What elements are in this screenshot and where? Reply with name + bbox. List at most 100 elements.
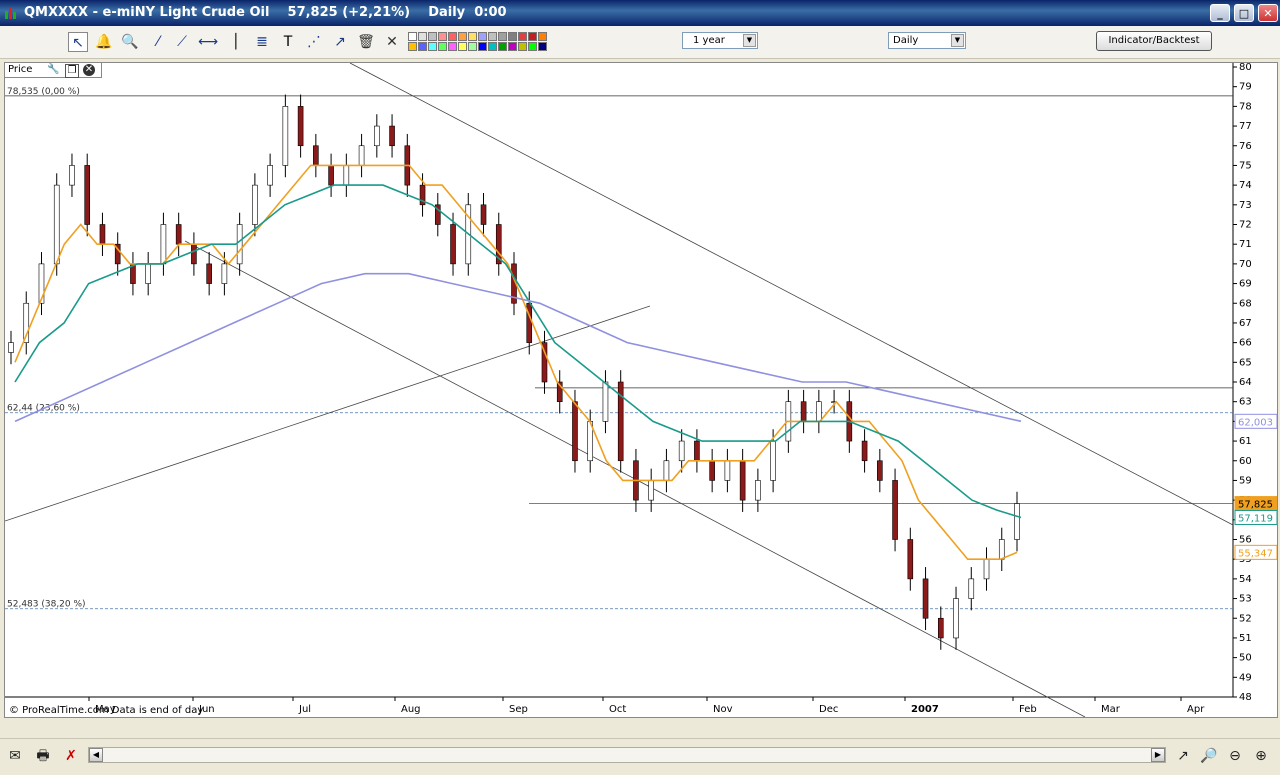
wrench-icon[interactable]: 🔧 [47,64,59,76]
y-tick-label: 53 [1239,594,1252,605]
candle-body [572,401,578,462]
disable-icon[interactable]: ✗ [60,745,82,767]
y-tick-label: 60 [1239,456,1252,467]
zoom-out-icon[interactable]: ⊖ [1224,745,1246,767]
candle-body [755,480,761,501]
color-swatch[interactable] [438,32,447,41]
color-swatch[interactable] [478,32,487,41]
y-tick-label: 54 [1239,574,1252,585]
horizontal-line-icon[interactable]: ⟷ [198,32,218,52]
x-tick-label: Feb [1019,704,1037,715]
alert-bell-icon[interactable]: 🔔 [94,32,114,52]
color-swatch[interactable] [468,32,477,41]
level-label: 52,483 (38,20 %) [7,600,86,610]
color-swatch[interactable] [528,42,537,51]
bottom-bar: ✉ 🖶 ✗ ◀ ▶ ↗ 🔎 ⊖ ⊕ [0,738,1280,775]
x-tick-label: Mar [1101,704,1121,715]
price-panel-tab: Price 🔧 ❐ ✕ [4,62,102,78]
x-tick-label: 2007 [911,704,939,715]
candle-body [374,125,380,147]
price-chart-svg[interactable]: 4849505152535455565758596061626364656667… [5,63,1277,717]
chevron-down-icon[interactable]: ▼ [951,34,964,47]
color-swatch[interactable] [428,32,437,41]
color-swatch[interactable] [468,42,477,51]
candle-body [389,125,395,147]
chart-footer: © ProRealTime.com Data is end of day [9,705,203,716]
x-tick-label: Nov [713,704,733,715]
y-tick-label: 68 [1239,298,1252,309]
color-swatch[interactable] [508,32,517,41]
candle-body [480,204,487,225]
zoom-icon[interactable]: 🔍 [120,32,140,52]
candle-body [191,243,197,265]
color-palette[interactable] [408,31,550,53]
color-swatch[interactable] [438,42,447,51]
color-swatch[interactable] [518,32,527,41]
color-swatch[interactable] [418,32,427,41]
candle-body [694,440,700,462]
arrow-tool-icon[interactable]: ↗ [330,32,350,52]
drawing-toolbar: ↖ 🔔 🔍 ⁄ ⟋ ⟷ │ ≣ T ⋰ ↗ 🗑 ✕ 1 year ▼ Daily… [0,26,1280,59]
window-title-bar: QMXXXX - e-miNY Light Crude Oil 57,825 (… [0,0,1280,26]
text-tool-icon[interactable]: T [278,32,298,52]
candle-body [709,460,715,481]
candle-body [678,440,685,462]
close-panel-icon[interactable]: ✕ [83,64,95,76]
color-swatch[interactable] [508,42,517,51]
scroll-left-icon[interactable]: ◀ [89,748,103,762]
color-swatch[interactable] [488,42,497,51]
scroll-right-icon[interactable]: ▶ [1151,748,1165,762]
color-swatch[interactable] [458,42,467,51]
candle-body [907,539,914,580]
range-select[interactable]: 1 year ▼ [682,32,758,49]
color-swatch[interactable] [418,42,427,51]
close-button[interactable]: ✕ [1258,4,1278,22]
indicator-backtest-button[interactable]: Indicator/Backtest [1096,31,1212,51]
extended-line-icon[interactable]: ⟋ [172,32,192,52]
trend-line [5,305,651,522]
color-swatch[interactable] [518,42,527,51]
y-tick-label: 70 [1239,259,1252,270]
interval-select[interactable]: Daily ▼ [888,32,966,49]
color-swatch[interactable] [538,42,547,51]
trash-icon[interactable]: 🗑 [356,32,376,52]
go-to-end-icon[interactable]: ↗ [1172,745,1194,767]
y-tick-label: 78 [1239,101,1252,112]
color-swatch[interactable] [538,32,547,41]
color-swatch[interactable] [528,32,537,41]
printer-icon[interactable]: 🖶 [32,745,54,767]
color-swatch[interactable] [408,42,417,51]
y-tick-label: 50 [1239,653,1252,664]
color-swatch[interactable] [448,42,457,51]
vertical-line-icon[interactable]: │ [226,32,246,52]
color-swatch[interactable] [478,42,487,51]
time-scrollbar[interactable]: ◀ ▶ [88,747,1166,763]
color-swatch[interactable] [448,32,457,41]
zoom-fit-icon[interactable]: 🔎 [1198,745,1220,767]
chevron-down-icon[interactable]: ▼ [743,34,756,47]
y-tick-label: 65 [1239,357,1252,368]
candle-body [922,578,929,619]
candle-body [937,617,944,639]
maximize-button[interactable]: □ [1234,4,1254,22]
color-swatch[interactable] [408,32,417,41]
restore-icon[interactable]: ❐ [65,64,79,78]
mail-icon[interactable]: ✉ [4,745,26,767]
minimize-button[interactable]: _ [1210,4,1230,22]
fan-tool-icon[interactable]: ⋰ [304,32,324,52]
candle-body [145,263,151,284]
color-swatch[interactable] [488,32,497,41]
color-swatch[interactable] [428,42,437,51]
color-swatch[interactable] [498,32,507,41]
fibonacci-icon[interactable]: ≣ [252,32,272,52]
trend-line-icon[interactable]: ⁄ [148,32,168,52]
y-tick-label: 76 [1239,141,1252,152]
tools-icon[interactable]: ✕ [382,32,402,52]
candle-body [877,460,883,481]
color-swatch[interactable] [458,32,467,41]
price-chart[interactable]: 4849505152535455565758596061626364656667… [4,62,1278,718]
color-swatch[interactable] [498,42,507,51]
zoom-in-icon[interactable]: ⊕ [1250,745,1272,767]
pointer-tool-icon[interactable]: ↖ [68,32,88,52]
candle-body [84,165,91,225]
